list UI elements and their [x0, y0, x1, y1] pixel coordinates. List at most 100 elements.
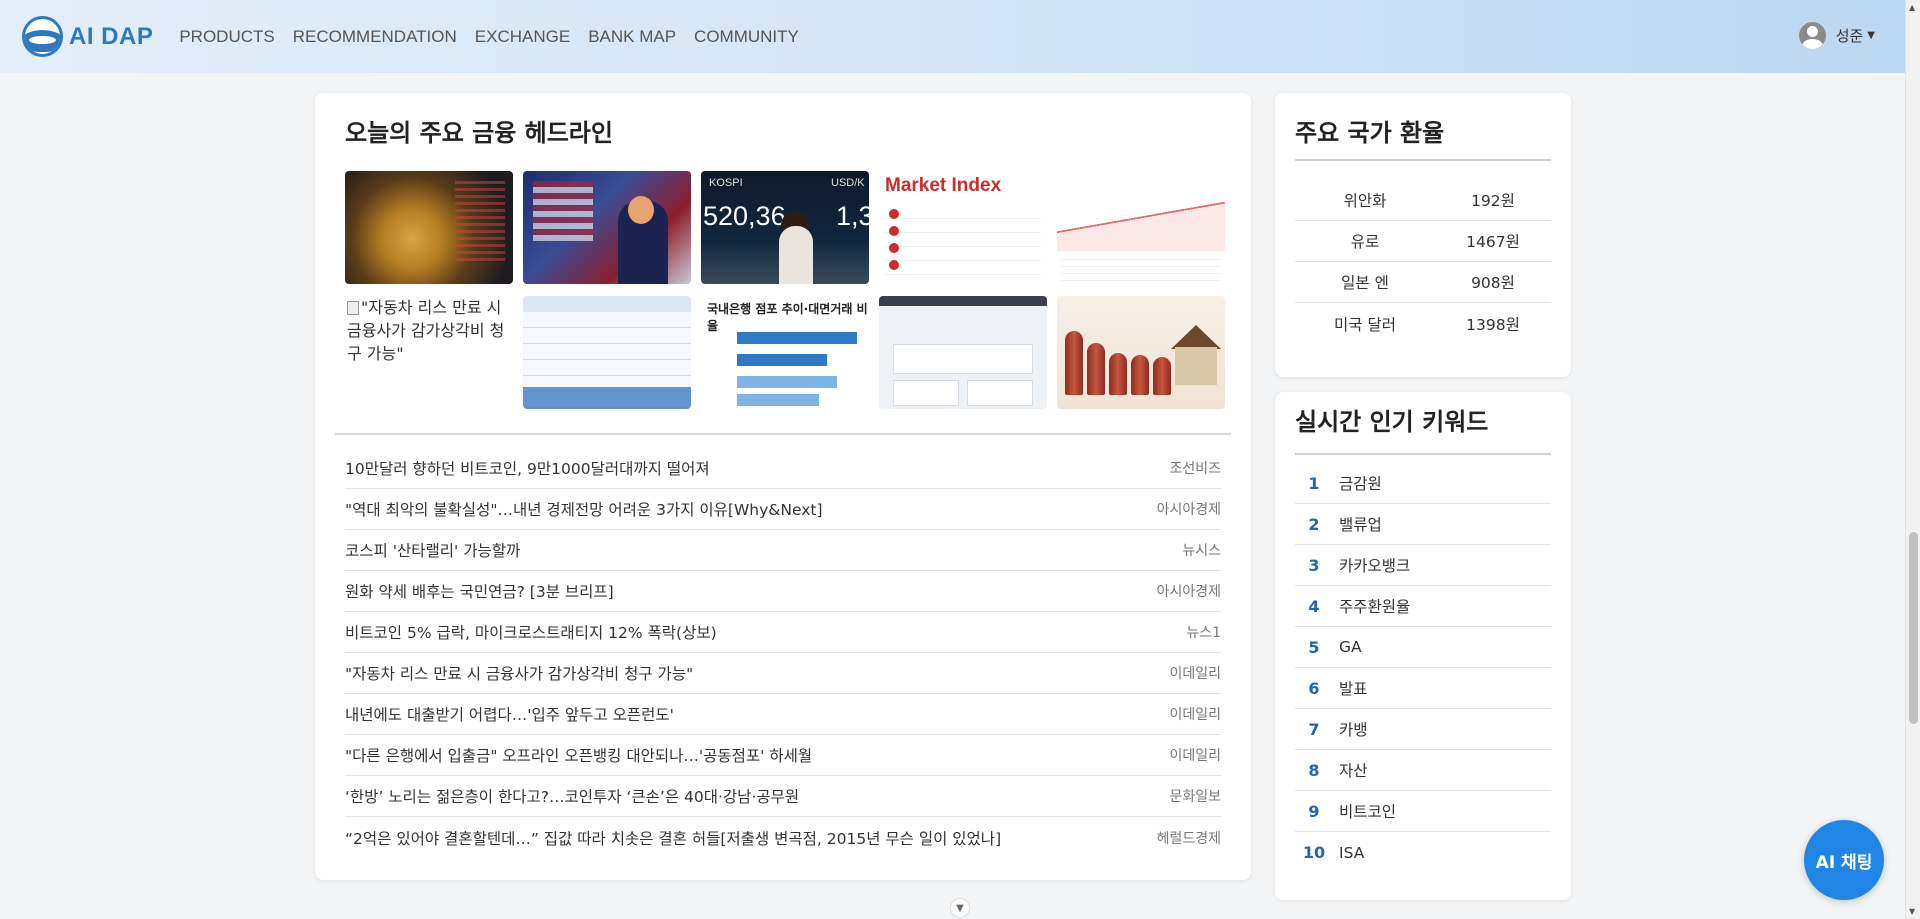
keyword-item[interactable]: 6 발표 [1295, 668, 1551, 709]
nav-bank-map[interactable]: BANK MAP [588, 27, 676, 47]
thumbnail-trump[interactable] [523, 171, 691, 284]
news-title: 원화 약세 배후는 국민연금? [3분 브리프] [345, 583, 614, 601]
news-title: ‘한방’ 노리는 젊은층이 한다고?…코인투자 ‘큰손’은 40대·강남·공무원 [345, 788, 800, 806]
news-source: 뉴스1 [1186, 625, 1221, 641]
keyword-text: GA [1339, 638, 1362, 656]
keyword-item[interactable]: 2 밸류업 [1295, 504, 1551, 545]
caret-down-icon: ▼ [1867, 30, 1875, 41]
news-item[interactable]: 10만달러 향하던 비트코인, 9만1000달러대까지 떨어져 조선비즈 [345, 448, 1221, 489]
keyword-item[interactable]: 9 비트코인 [1295, 791, 1551, 832]
nav-community[interactable]: COMMUNITY [694, 27, 799, 47]
keyword-item[interactable]: 1 금감원 [1295, 463, 1551, 504]
exchange-rate-card: 주요 국가 환율 위안화 192원 유로 1467원 일본 엔 908원 미국 달러 1… [1275, 93, 1571, 377]
exchange-table: 위안화 192원 유로 1467원 일본 엔 908원 미국 달러 1398원 [1295, 180, 1551, 344]
keyword-text: 비트코인 [1339, 803, 1397, 821]
currency-name: 일본 엔 [1341, 274, 1389, 292]
branch-chart-title: 국내은행 점포 추이·대면거래 비율 [707, 302, 868, 333]
main-nav: PRODUCTS RECOMMENDATION EXCHANGE BANK MA… [179, 27, 817, 47]
keyword-text: 금감원 [1339, 475, 1382, 493]
currency-name: 위안화 [1343, 192, 1387, 210]
keyword-rank: 3 [1308, 555, 1320, 575]
user-menu[interactable]: 성준 ▼ [1798, 22, 1875, 49]
top-navbar: AI DAP PRODUCTS RECOMMENDATION EXCHANGE … [0, 0, 1905, 73]
nav-recommendation[interactable]: RECOMMENDATION [293, 27, 457, 47]
ai-chat-button[interactable]: AI 채팅 [1804, 820, 1884, 900]
user-name: 성준 [1835, 27, 1864, 45]
title-rule [1295, 453, 1551, 455]
news-item[interactable]: 내년에도 대출받기 어렵다…'입주 앞두고 오픈런도' 이데일리 [345, 694, 1221, 735]
keyword-item[interactable]: 3 카카오뱅크 [1295, 545, 1551, 586]
keyword-rank: 9 [1308, 801, 1320, 821]
news-item[interactable]: ‘한방’ 노리는 젊은층이 한다고?…코인투자 ‘큰손’은 40대·강남·공무원… [345, 776, 1221, 817]
brand-name: AI DAP [69, 22, 154, 50]
brand-logo-link[interactable]: AI DAP [22, 16, 153, 57]
keywords-title: 실시간 인기 키워드 [1295, 408, 1489, 436]
currency-rate: 1467원 [1466, 233, 1520, 251]
news-source: 문화일보 [1169, 789, 1221, 805]
keyword-rank: 1 [1308, 473, 1320, 493]
nav-products[interactable]: PRODUCTS [179, 27, 274, 47]
thumbnail-table[interactable] [523, 296, 691, 409]
news-title: "역대 최악의 불확실성"…내년 경제전망 어려운 3가지 이유[Why&Nex… [345, 501, 823, 519]
currency-rate: 908원 [1471, 274, 1515, 292]
keyword-rank: 8 [1308, 760, 1320, 780]
thumbnail-housing-chart[interactable] [1057, 296, 1225, 409]
keyword-text: 카카오뱅크 [1339, 557, 1411, 575]
keyword-rank: 4 [1308, 596, 1320, 616]
news-title: 10만달러 향하던 비트코인, 9만1000달러대까지 떨어져 [345, 460, 710, 478]
page-scrollbar[interactable]: ▲ ▼ [1905, 0, 1920, 919]
keyword-text: 자산 [1339, 762, 1368, 780]
news-source: 헤럴드경제 [1156, 830, 1221, 847]
keyword-item[interactable]: 4 주주환원율 [1295, 586, 1551, 627]
news-item[interactable]: "다른 은행에서 입출금" 오프라인 오픈뱅킹 대안되나…'공동점포' 하세월 이… [345, 735, 1221, 776]
news-title: 내년에도 대출받기 어렵다…'입주 앞두고 오픈런도' [345, 706, 674, 724]
exchange-title: 주요 국가 환율 [1295, 119, 1445, 147]
trending-keywords-card: 실시간 인기 키워드 1 금감원 2 밸류업 3 카카오뱅크 4 주주환원율 5 GA 6… [1275, 392, 1571, 900]
thumbnail-infographic[interactable] [879, 296, 1047, 409]
news-title: 코스피 '산타랠리' 가능할까 [345, 542, 521, 560]
currency-rate: 1398원 [1466, 315, 1520, 334]
usdk-label: USD/K [831, 177, 865, 189]
keyword-item[interactable]: 7 카뱅 [1295, 709, 1551, 750]
currency-rate: 192원 [1471, 192, 1515, 210]
news-title: "자동차 리스 만료 시 금융사가 감가상각비 청구 가능" [345, 665, 694, 683]
keyword-item[interactable]: 8 자산 [1295, 750, 1551, 791]
exchange-row: 위안화 192원 [1295, 180, 1551, 221]
usdk-value: 1,397 [836, 201, 869, 231]
news-source: 뉴시스 [1182, 543, 1221, 559]
thumbnail-stock-chart[interactable] [1057, 171, 1225, 284]
broken-image-alt-text: "자동차 리스 만료 시 금융사가 감가상각비 청구 가능" [347, 298, 505, 363]
thumbnail-kospi-board[interactable]: KOSPI USD/K 520,36 1,397 [701, 171, 869, 284]
thumbnail-broken-image[interactable]: "자동차 리스 만료 시 금융사가 감가상각비 청구 가능" [345, 296, 513, 409]
market-index-title: Market Index [885, 175, 1002, 196]
news-item[interactable]: 비트코인 5% 급락, 마이크로스트래티지 12% 폭락(상보) 뉴스1 [345, 612, 1221, 653]
thumbnail-bitcoin[interactable] [345, 171, 513, 284]
wave-logo-icon [22, 16, 63, 57]
section-divider [335, 433, 1231, 435]
news-title: "다른 은행에서 입출금" 오프라인 오픈뱅킹 대안되나…'공동점포' 하세월 [345, 747, 813, 765]
scroll-up-arrow-icon[interactable]: ▲ [1909, 3, 1915, 12]
thumbnail-branch-chart[interactable]: 국내은행 점포 추이·대면거래 비율 [701, 296, 869, 409]
chevron-down-icon[interactable]: ▼ [950, 898, 970, 918]
scroll-down-arrow-icon[interactable]: ▼ [1909, 907, 1915, 916]
news-source: 이데일리 [1169, 707, 1221, 723]
news-item[interactable]: 원화 약세 배후는 국민연금? [3분 브리프] 아시아경제 [345, 571, 1221, 612]
news-source: 아시아경제 [1156, 502, 1221, 518]
news-item[interactable]: "역대 최악의 불확실성"…내년 경제전망 어려운 3가지 이유[Why&Nex… [345, 489, 1221, 530]
keyword-text: 밸류업 [1339, 516, 1382, 534]
news-source: 조선비즈 [1169, 461, 1221, 477]
nav-exchange[interactable]: EXCHANGE [475, 27, 570, 47]
headlines-title: 오늘의 주요 금융 헤드라인 [345, 119, 613, 147]
keyword-item[interactable]: 10 ISA [1295, 832, 1551, 873]
news-item[interactable]: "자동차 리스 만료 시 금융사가 감가상각비 청구 가능" 이데일리 [345, 653, 1221, 694]
news-title: “2억은 있어야 결혼할텐데…” 집값 따라 치솟은 결혼 허들[저출생 변곡점… [345, 829, 1002, 848]
currency-name: 미국 달러 [1334, 315, 1396, 334]
news-title: 비트코인 5% 급락, 마이크로스트래티지 12% 폭락(상보) [345, 624, 717, 642]
thumbnail-market-index[interactable]: Market Index [879, 171, 1047, 284]
keyword-rank: 5 [1308, 637, 1320, 657]
news-item[interactable]: 코스피 '산타랠리' 가능할까 뉴시스 [345, 530, 1221, 571]
scrollbar-thumb[interactable] [1909, 532, 1918, 724]
headline-thumbnails: KOSPI USD/K 520,36 1,397 Market Index "자… [345, 171, 1236, 419]
keyword-item[interactable]: 5 GA [1295, 627, 1551, 668]
news-item[interactable]: “2억은 있어야 결혼할텐데…” 집값 따라 치솟은 결혼 허들[저출생 변곡점… [345, 817, 1221, 858]
